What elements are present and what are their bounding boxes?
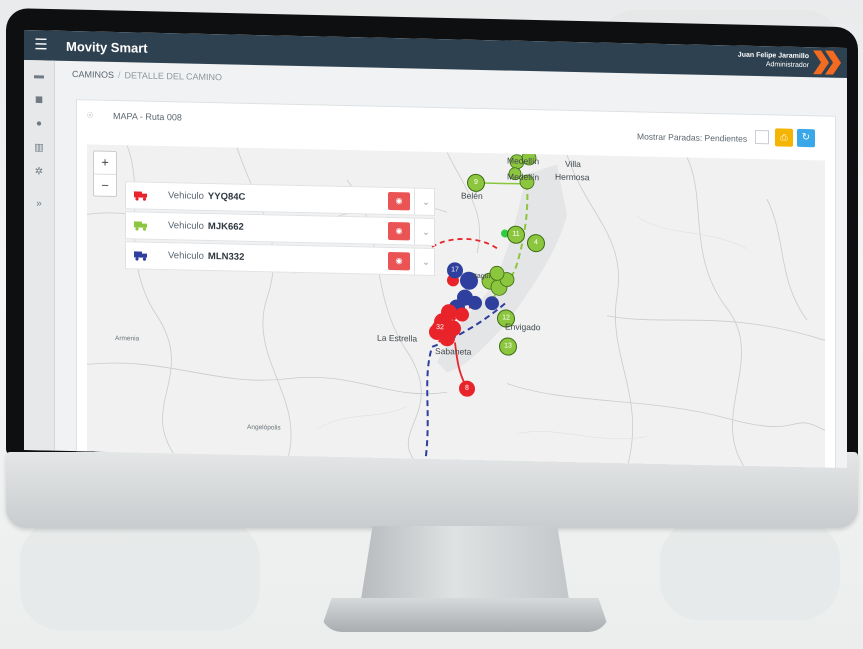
gear-icon[interactable]: ✲ [32, 166, 46, 178]
stop-marker-green[interactable]: 13 [499, 337, 517, 356]
show-stops-checkbox[interactable] [755, 129, 769, 145]
truck-icon [134, 221, 147, 231]
chevron-down-icon: ⌄ [422, 196, 430, 207]
toggle-visibility-button[interactable]: ◉ [388, 221, 410, 241]
chart-icon[interactable]: ▥ [32, 142, 46, 154]
refresh-icon: ↻ [801, 131, 811, 144]
zoom-control: + − [93, 150, 117, 198]
expand-vehicle-button[interactable]: ⌄ [414, 188, 437, 216]
eye-icon: ◉ [395, 256, 403, 266]
monitor-stand-base [320, 598, 610, 632]
place-label-hermosa: Hermosa [555, 171, 590, 183]
print-icon: ⎙ [780, 132, 788, 143]
stop-marker-green[interactable]: 4 [527, 233, 545, 253]
eye-icon: ◉ [395, 226, 403, 236]
vehicle-row[interactable]: Vehiculo MLN332 ◉ ⌄ [125, 241, 437, 276]
stop-marker-red[interactable]: 32 [432, 319, 448, 337]
chevron-down-icon: ⌄ [422, 226, 430, 237]
route-map[interactable]: 9 11 4 12 13 17 32 8 Medellín Medellín V… [87, 144, 825, 468]
dashboard-icon[interactable]: ▬ [32, 70, 46, 82]
place-label-la-estrella: La Estrella [377, 332, 418, 344]
vehicle-row[interactable]: Vehiculo YYQ84C ◉ ⌄ [125, 181, 437, 216]
toggle-visibility-button[interactable]: ◉ [388, 251, 410, 271]
vehicle-row[interactable]: Vehiculo MJK662 ◉ ⌄ [125, 211, 437, 246]
vehicle-prefix: Vehiculo [168, 250, 204, 262]
monitor-stand-neck [360, 526, 570, 606]
truck-icon [134, 191, 147, 201]
zoom-out-button[interactable]: − [94, 175, 116, 197]
vehicle-label: Vehiculo YYQ84C [168, 190, 245, 203]
place-label-itagui: Itagüí [473, 272, 491, 281]
sidebar: ▬ ◼ ● ▥ ✲ » [24, 60, 55, 451]
location-icon[interactable]: ● [32, 118, 46, 130]
vehicle-list: Vehiculo YYQ84C ◉ ⌄ Vehiculo MJK662 ◉ ⌄ Ve… [125, 181, 437, 278]
eye-icon: ◉ [395, 196, 403, 206]
breadcrumb-root[interactable]: CAMINOS [72, 69, 114, 80]
zoom-in-button[interactable]: + [94, 151, 116, 176]
vehicle-plate: MLN332 [207, 251, 245, 263]
stop-marker-green[interactable]: 9 [467, 173, 485, 193]
map-pin-icon: ⌾ [87, 110, 93, 122]
vehicle-plate: MJK662 [207, 221, 244, 233]
truck-icon [134, 251, 147, 261]
vehicle-prefix: Vehiculo [168, 190, 204, 202]
show-stops-label: Mostrar Paradas: Pendientes [637, 131, 748, 144]
user-info[interactable]: Juan Felipe Jaramillo Administrador [738, 51, 809, 71]
breadcrumb-separator: / [118, 70, 121, 81]
expand-vehicle-button[interactable]: ⌄ [414, 248, 437, 276]
toggle-visibility-button[interactable]: ◉ [388, 191, 410, 211]
map-title: MAPA - Ruta 008 [113, 110, 182, 123]
refresh-button[interactable]: ↻ [797, 128, 815, 148]
stop-marker-green[interactable]: 11 [507, 225, 525, 244]
app-title: Movity Smart [66, 38, 148, 56]
breadcrumb-current: DETALLE DEL CAMINO [124, 70, 223, 83]
vehicle-label: Vehiculo MJK662 [168, 220, 244, 233]
breadcrumb: CAMINOS / DETALLE DEL CAMINO [72, 69, 222, 82]
bus-icon[interactable]: ◼ [32, 94, 46, 106]
place-label-envigado: Envigado [505, 321, 541, 333]
stop-marker-red[interactable]: 8 [459, 380, 475, 397]
vehicle-label: Vehiculo MLN332 [168, 250, 244, 263]
expand-icon[interactable]: » [32, 198, 46, 210]
screen: ☰ Movity Smart Juan Felipe Jaramillo Adm… [24, 30, 847, 468]
place-label-medellin: Medellín [507, 171, 540, 183]
brand-logo [813, 50, 841, 75]
place-label-armenia: Armenia [115, 334, 140, 343]
route-map-panel: ⌾ MAPA - Ruta 008 Mostrar Paradas: Pendi… [76, 99, 836, 468]
place-label-villa: Villa [565, 158, 581, 170]
user-role: Administrador [765, 61, 809, 70]
print-button[interactable]: ⎙ [775, 128, 793, 147]
hamburger-icon[interactable]: ☰ [33, 36, 49, 53]
place-label-belen: Belén [461, 190, 483, 202]
stop-marker-blue[interactable]: 17 [447, 262, 463, 279]
chevron-down-icon: ⌄ [422, 256, 430, 267]
place-label-sabaneta: Sabaneta [435, 345, 472, 357]
place-label-medellin: Medellín [507, 155, 540, 167]
vehicle-plate: YYQ84C [207, 191, 246, 203]
vehicle-prefix: Vehiculo [168, 220, 204, 232]
expand-vehicle-button[interactable]: ⌄ [414, 218, 437, 246]
place-label-angelopolis: Angelópolis [247, 423, 281, 432]
